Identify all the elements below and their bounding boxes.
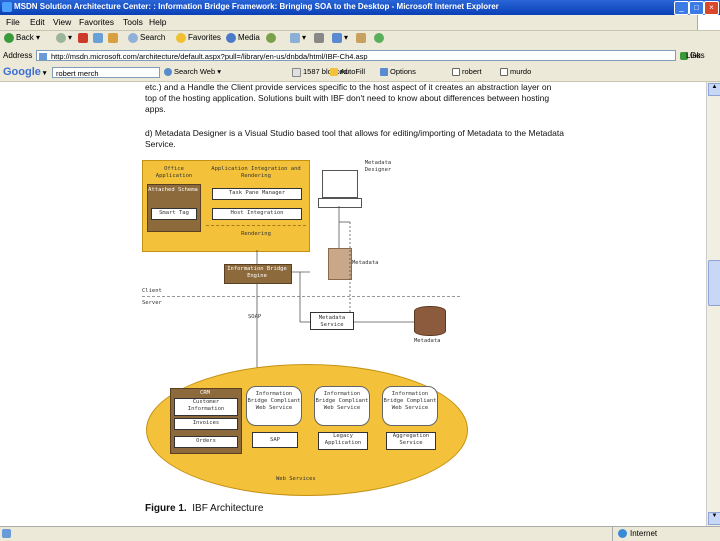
menu-tools[interactable]: Tools: [123, 17, 143, 27]
messenger-icon: [374, 33, 384, 43]
edit-button[interactable]: ▾: [332, 33, 348, 43]
compliant-web-service-2: Information Bridge Compliant Web Service: [314, 386, 370, 426]
compliant-web-service-1: Information Bridge Compliant Web Service: [246, 386, 302, 426]
crm-label: CRM: [200, 390, 210, 396]
maximize-button[interactable]: □: [689, 1, 704, 15]
refresh-button[interactable]: [93, 33, 105, 43]
windows-throbber-icon: [697, 15, 720, 30]
address-label: Address: [3, 51, 33, 60]
history-icon: [266, 33, 276, 43]
refresh-icon: [93, 33, 103, 43]
legacy-application-box: Legacy Application: [318, 432, 368, 450]
menu-help[interactable]: Help: [149, 17, 166, 27]
internet-globe-icon: [618, 529, 627, 538]
invoices-box: Invoices: [174, 418, 238, 430]
scroll-up-button[interactable]: ▲: [708, 83, 720, 96]
options-button[interactable]: Options: [380, 67, 416, 77]
title-bar[interactable]: MSDN Solution Architecture Center: : Inf…: [0, 0, 720, 15]
options-icon: [380, 68, 388, 77]
print-icon: [314, 33, 324, 43]
google-search-icon: [164, 68, 172, 77]
back-button[interactable]: Back ▾: [4, 33, 40, 43]
links-button[interactable]: Links: [686, 51, 705, 60]
media-icon: [226, 33, 236, 43]
scroll-down-button[interactable]: ▼: [708, 512, 720, 525]
stop-button[interactable]: [78, 33, 90, 43]
stop-icon: [78, 33, 88, 43]
scrollbar-thumb[interactable]: [708, 260, 720, 306]
status-bar: Internet: [0, 526, 720, 541]
media-button[interactable]: Media: [226, 33, 260, 43]
search-term-robert[interactable]: robert: [452, 67, 482, 77]
window-title: MSDN Solution Architecture Center: : Inf…: [14, 2, 499, 11]
menu-edit[interactable]: Edit: [30, 17, 45, 27]
aggregation-service-box: Aggregation Service: [386, 432, 436, 450]
search-term-murdo[interactable]: murdo: [500, 67, 531, 77]
back-icon: [4, 33, 14, 43]
favorites-icon: [176, 33, 186, 43]
menu-favorites[interactable]: Favorites: [79, 17, 114, 27]
home-icon: [108, 33, 118, 43]
address-input[interactable]: http://msdn.microsoft.com/architecture/d…: [36, 50, 676, 61]
ie-logo-icon: [2, 2, 12, 12]
google-logo[interactable]: Google ▾: [3, 66, 46, 78]
search-button[interactable]: Search: [128, 33, 165, 43]
favorites-button[interactable]: Favorites: [176, 33, 221, 43]
discuss-button[interactable]: [356, 33, 368, 43]
google-search-input[interactable]: robert merch: [52, 67, 160, 78]
autofill-button[interactable]: AutoFill: [330, 67, 365, 77]
figure-caption: Figure 1. IBF Architecture: [145, 503, 264, 514]
menu-view[interactable]: View: [53, 17, 71, 27]
compliant-web-service-3: Information Bridge Compliant Web Service: [382, 386, 438, 426]
autofill-icon: [330, 68, 338, 77]
messenger-button[interactable]: [374, 33, 386, 43]
menu-bar: File Edit View Favorites Tools Help: [0, 15, 720, 31]
customer-information-box: Customer Information: [174, 398, 238, 416]
forward-button[interactable]: ▾: [56, 33, 72, 43]
vertical-scrollbar[interactable]: ▲ ▼: [706, 82, 720, 526]
home-button[interactable]: [108, 33, 120, 43]
history-button[interactable]: [266, 33, 278, 43]
menu-file[interactable]: File: [6, 17, 20, 27]
sap-box: SAP: [252, 432, 298, 448]
discuss-icon: [356, 33, 366, 43]
minimize-button[interactable]: _: [674, 1, 689, 15]
forward-icon: [56, 33, 66, 43]
mail-icon: [290, 33, 300, 43]
edit-icon: [332, 33, 342, 43]
term-icon: [452, 68, 460, 77]
standard-toolbar: Back ▾ ▾ Search Favorites Media ▾ ▾: [0, 31, 720, 49]
page-content: etc.) and a Handle the Client provide se…: [0, 82, 706, 526]
search-web-button[interactable]: Search Web ▾: [164, 67, 221, 77]
zone-label: Internet: [630, 529, 658, 538]
term-icon: [500, 68, 508, 77]
page-status-icon: [2, 529, 11, 538]
page-icon: [39, 53, 47, 60]
close-button[interactable]: ×: [704, 1, 719, 15]
orders-box: Orders: [174, 436, 238, 448]
print-button[interactable]: [314, 33, 326, 43]
address-bar: Address http://msdn.microsoft.com/archit…: [0, 48, 720, 65]
popup-blocker-icon: [292, 67, 301, 77]
search-icon: [128, 33, 138, 43]
mail-button[interactable]: ▾: [290, 33, 306, 43]
google-toolbar: Google ▾ robert merch Search Web ▾ 1587 …: [0, 64, 720, 82]
web-services-label: Web Services: [276, 476, 316, 482]
